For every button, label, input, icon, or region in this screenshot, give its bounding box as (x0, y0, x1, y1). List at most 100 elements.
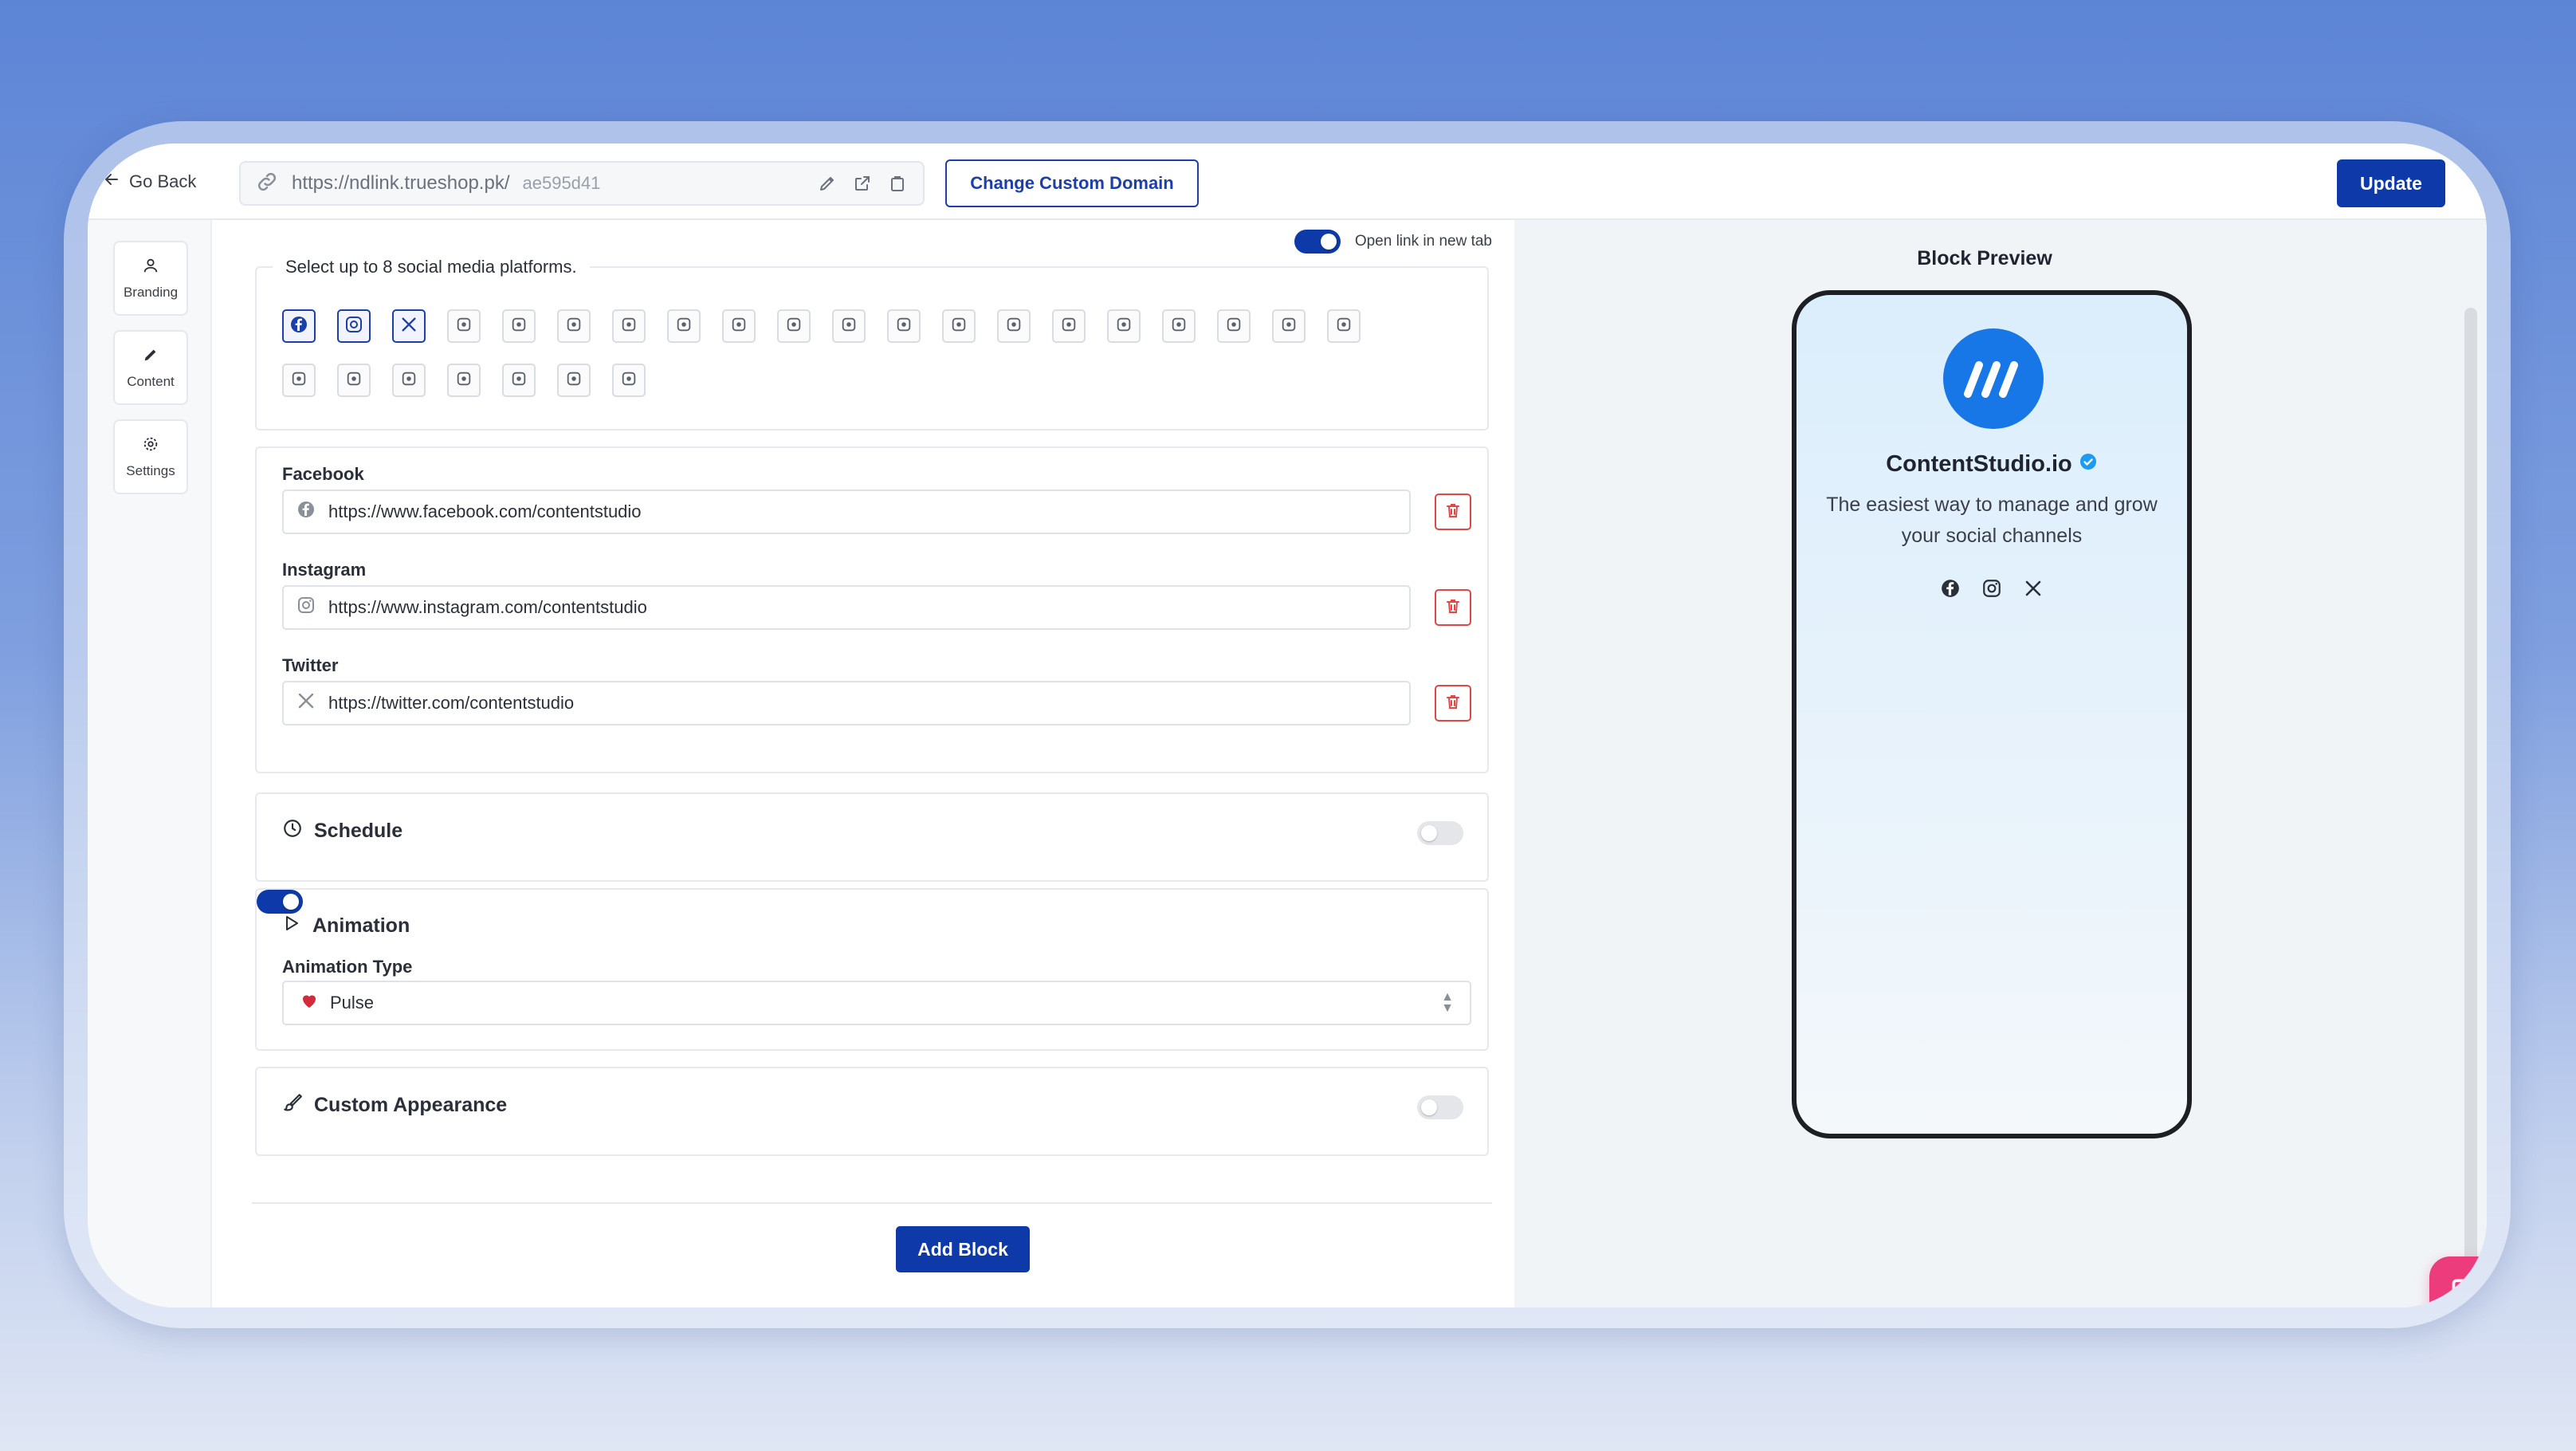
twitter-url-input[interactable]: https://twitter.com/contentstudio (282, 681, 1411, 726)
linkedin-icon (455, 316, 473, 337)
chat-support-button[interactable] (2429, 1256, 2487, 1307)
platform-option-instagram[interactable] (337, 309, 371, 343)
platform-option-soundcloud[interactable] (777, 309, 811, 343)
custom-appearance-title: Custom Appearance (282, 1092, 507, 1119)
custom-appearance-toggle[interactable] (1417, 1095, 1463, 1119)
platform-option-youtube[interactable] (502, 309, 536, 343)
platform-option-slack[interactable] (1272, 309, 1306, 343)
instagram-url-value: https://www.instagram.com/contentstudio (328, 597, 647, 617)
messenger-icon (345, 370, 363, 391)
delete-facebook-button[interactable] (1435, 493, 1471, 530)
platform-option-messenger[interactable] (337, 364, 371, 397)
go-back-button[interactable]: Go Back (104, 167, 196, 196)
animation-toggle[interactable] (257, 890, 303, 914)
facebook-url-input[interactable]: https://www.facebook.com/contentstudio (282, 490, 1411, 534)
link-label-instagram: Instagram (282, 560, 367, 580)
edit-slug-icon[interactable] (816, 172, 838, 195)
external-link-icon[interactable] (851, 172, 874, 195)
brand-name-text: ContentStudio.io (1886, 451, 2072, 477)
flickr-icon (620, 370, 638, 391)
rail-item-settings[interactable]: Settings (113, 419, 188, 494)
platform-option-spotify[interactable] (722, 309, 756, 343)
delete-twitter-button[interactable] (1435, 685, 1471, 722)
spotify-icon (730, 316, 748, 337)
add-block-button[interactable]: Add Block (896, 1226, 1030, 1272)
go-back-label: Go Back (129, 171, 197, 191)
platform-option-facebook[interactable] (282, 309, 316, 343)
rail-item-branding[interactable]: Branding (113, 241, 188, 316)
platform-option-x[interactable] (392, 309, 426, 343)
platform-option-line[interactable] (1327, 309, 1361, 343)
rail-item-content[interactable]: Content (113, 330, 188, 405)
platform-option-wechat[interactable] (392, 364, 426, 397)
facebook-icon[interactable] (1939, 577, 1961, 600)
slack-icon (1280, 316, 1298, 337)
animation-type-select[interactable]: Pulse ▲ ▼ (282, 981, 1471, 1025)
open-new-tab-label: Open link in new tab (1354, 233, 1492, 250)
platform-option-skype[interactable] (447, 364, 481, 397)
chat-bubble-icon (2449, 1275, 2484, 1308)
apple-icon (840, 316, 858, 337)
skype-icon (455, 370, 473, 391)
platform-option-quora[interactable] (1107, 309, 1141, 343)
user-icon (142, 257, 159, 278)
instagram-url-input[interactable]: https://www.instagram.com/contentstudio (282, 585, 1411, 630)
instagram-icon[interactable] (1981, 577, 2003, 600)
youtube-icon (510, 316, 528, 337)
platform-option-vimeo[interactable] (502, 364, 536, 397)
platform-option-snapchat[interactable] (942, 309, 976, 343)
platform-option-discord[interactable] (1217, 309, 1251, 343)
clock-icon (282, 818, 303, 844)
platform-option-signal[interactable] (282, 364, 316, 397)
arrow-left-icon (104, 171, 120, 192)
preview-panel: Block Preview ContentStudio.io The easie… (1514, 220, 2487, 1307)
copy-icon[interactable] (886, 172, 909, 195)
platform-selector-legend: Select up to 8 social media platforms. (273, 257, 590, 277)
discord-icon (1225, 316, 1243, 337)
platform-option-telegram[interactable] (1162, 309, 1196, 343)
x-icon[interactable] (2022, 577, 2044, 600)
medium-icon (620, 316, 638, 337)
link-label-facebook: Facebook (282, 464, 364, 484)
platform-option-twitch[interactable] (667, 309, 701, 343)
reddit-icon (1005, 316, 1023, 337)
snapchat-icon (950, 316, 968, 337)
social-links-list: Facebook https://www.facebook.com/conten… (255, 446, 1489, 773)
platform-option-reddit[interactable] (997, 309, 1031, 343)
twitch-icon (675, 316, 693, 337)
substack-icon (565, 370, 583, 391)
preview-title: Block Preview (1917, 247, 2052, 269)
contentstudio-logo-icon (1964, 361, 2018, 398)
platform-option-flickr[interactable] (612, 364, 646, 397)
chevron-up-down-icon: ▲ ▼ (1441, 989, 1454, 1015)
brand-name: ContentStudio.io (1797, 451, 2187, 478)
platform-option-medium[interactable] (612, 309, 646, 343)
update-button[interactable]: Update (2337, 159, 2445, 207)
pencil-icon (142, 346, 159, 368)
facebook-icon (296, 500, 316, 524)
platform-option-tiktok[interactable] (557, 309, 591, 343)
preview-scrollbar[interactable] (2464, 308, 2477, 1304)
animation-label: Animation (312, 914, 410, 937)
link-url-field[interactable]: https://ndlink.trueshop.pk/ ae595d41 (239, 161, 925, 206)
platform-option-linkedin[interactable] (447, 309, 481, 343)
play-icon (282, 914, 301, 938)
custom-appearance-section: Custom Appearance (255, 1067, 1489, 1156)
change-custom-domain-button[interactable]: Change Custom Domain (945, 159, 1199, 207)
open-new-tab-toggle[interactable] (1294, 230, 1341, 254)
tiktok-icon (565, 316, 583, 337)
schedule-toggle[interactable] (1417, 821, 1463, 845)
platform-option-tumblr[interactable] (1052, 309, 1086, 343)
side-rail: Branding Content Settings (88, 220, 212, 1307)
telegram-icon (1170, 316, 1188, 337)
preview-social-icons (1797, 577, 2187, 600)
open-new-tab-setting: Open link in new tab (1294, 230, 1492, 254)
brand-tagline: The easiest way to manage and grow your … (1826, 493, 2158, 547)
platform-option-apple[interactable] (832, 309, 866, 343)
delete-instagram-button[interactable] (1435, 589, 1471, 626)
facebook-url-value: https://www.facebook.com/contentstudio (328, 501, 642, 521)
platform-option-pinterest[interactable] (887, 309, 921, 343)
wechat-icon (400, 370, 418, 391)
platform-option-substack[interactable] (557, 364, 591, 397)
url-base: https://ndlink.trueshop.pk/ (292, 172, 510, 194)
